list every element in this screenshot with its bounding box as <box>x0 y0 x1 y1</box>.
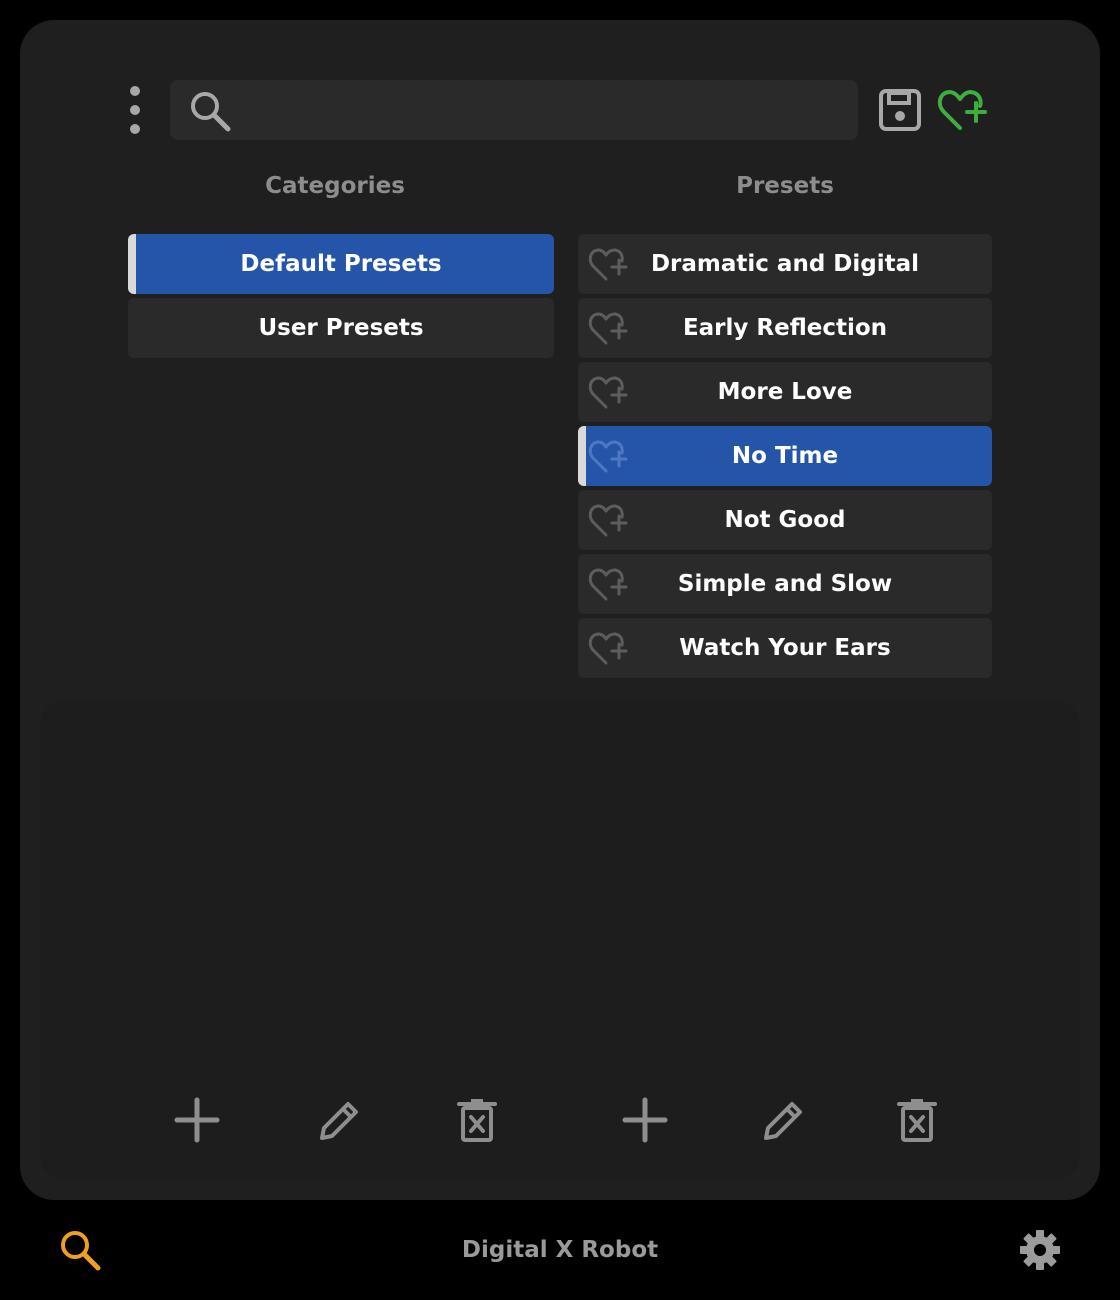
category-item-default-presets[interactable]: Default Presets <box>128 234 554 294</box>
kebab-dot <box>130 105 140 115</box>
preset-item[interactable]: Simple and Slow <box>578 554 992 614</box>
preset-item[interactable]: Dramatic and Digital <box>578 234 992 294</box>
plus-icon <box>622 1097 668 1143</box>
rename-category-button[interactable] <box>316 1096 364 1144</box>
selection-indicator <box>128 234 136 294</box>
kebab-dot <box>130 124 140 134</box>
preset-item[interactable]: Not Good <box>578 490 992 550</box>
rename-preset-button[interactable] <box>760 1096 808 1144</box>
presets-heading: Presets <box>736 173 834 199</box>
preset-label: More Love <box>717 379 853 405</box>
categories-heading: Categories <box>265 173 405 199</box>
heart-plus-icon[interactable] <box>588 631 632 673</box>
preset-label: Dramatic and Digital <box>650 251 920 277</box>
trash-icon <box>897 1099 937 1142</box>
preset-item[interactable]: Early Reflection <box>578 298 992 358</box>
search-bar[interactable] <box>170 80 858 140</box>
search-icon <box>188 89 232 137</box>
heart-plus-icon <box>937 90 987 130</box>
heart-plus-icon[interactable] <box>588 247 632 289</box>
pencil-icon <box>764 1102 802 1140</box>
preset-label: No Time <box>731 443 839 469</box>
add-category-button[interactable] <box>173 1096 221 1144</box>
save-preset-button[interactable] <box>878 88 922 136</box>
kebab-dot <box>130 86 140 96</box>
preset-label: Not Good <box>724 507 846 533</box>
preset-item-selected[interactable]: No Time <box>578 426 992 486</box>
save-icon <box>879 89 921 131</box>
preset-item[interactable]: Watch Your Ears <box>578 618 992 678</box>
plugin-title: Digital X Robot <box>461 1237 659 1263</box>
category-item-user-presets[interactable]: User Presets <box>128 298 554 358</box>
heart-plus-icon[interactable] <box>588 503 632 545</box>
category-label: User Presets <box>258 315 424 341</box>
pencil-icon <box>320 1102 358 1140</box>
settings-button[interactable] <box>1018 1228 1062 1276</box>
trash-icon <box>457 1099 497 1142</box>
add-favorite-button[interactable] <box>936 86 990 138</box>
selection-indicator <box>578 426 586 486</box>
search-input[interactable] <box>246 88 840 134</box>
menu-button[interactable] <box>120 84 150 136</box>
preset-label: Early Reflection <box>682 315 888 341</box>
heart-plus-icon[interactable] <box>588 375 632 417</box>
preset-browser-toggle-button[interactable] <box>58 1228 104 1278</box>
heart-plus-icon[interactable] <box>588 567 632 609</box>
preset-item[interactable]: More Love <box>578 362 992 422</box>
search-icon <box>61 1231 101 1271</box>
plus-icon <box>174 1097 220 1143</box>
heart-plus-icon[interactable] <box>588 311 632 353</box>
preset-label: Simple and Slow <box>677 571 893 597</box>
delete-preset-button[interactable] <box>893 1096 941 1144</box>
category-label: Default Presets <box>240 251 442 277</box>
heart-plus-icon[interactable] <box>588 439 632 481</box>
preset-label: Watch Your Ears <box>679 635 891 661</box>
plugin-window: Categories Presets Default Presets User … <box>0 0 1120 1300</box>
add-preset-button[interactable] <box>621 1096 669 1144</box>
gear-icon <box>1020 1230 1060 1270</box>
delete-category-button[interactable] <box>453 1096 501 1144</box>
